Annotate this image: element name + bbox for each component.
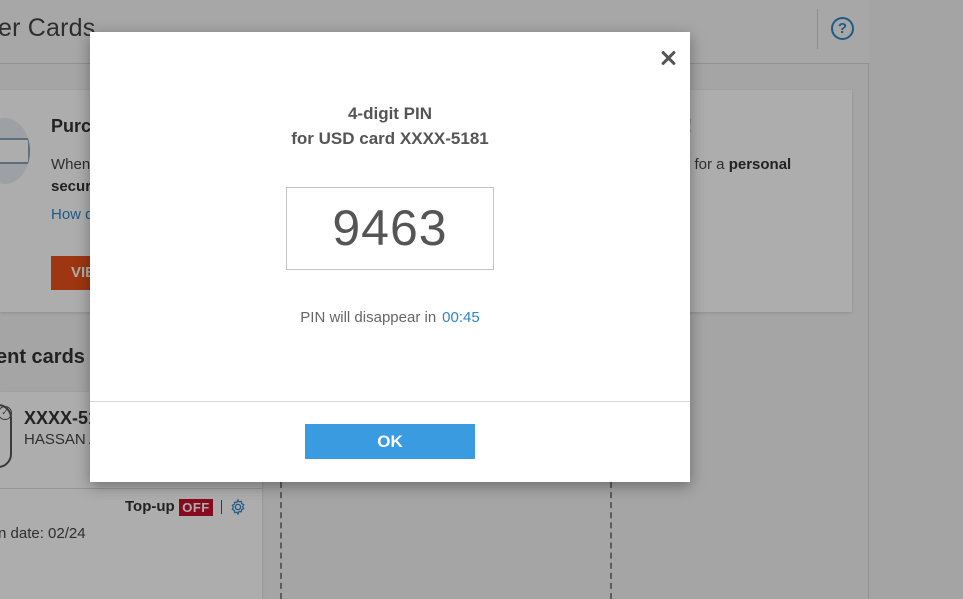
dialog-subtitle: for USD card XXXX-5181 <box>291 129 489 148</box>
pin-timer: PIN will disappear in 00:45 <box>90 309 690 326</box>
ok-button[interactable]: OK <box>305 424 475 459</box>
pin-dialog: 4-digit PIN for USD card XXXX-5181 9463 … <box>90 32 690 482</box>
close-icon[interactable] <box>656 46 680 70</box>
dialog-title: 4-digit PIN <box>347 104 433 123</box>
pin-display: 9463 <box>286 187 494 270</box>
pin-countdown: 00:45 <box>442 309 480 326</box>
dialog-divider <box>90 401 690 402</box>
pin-timer-label: PIN will disappear in <box>300 309 437 326</box>
